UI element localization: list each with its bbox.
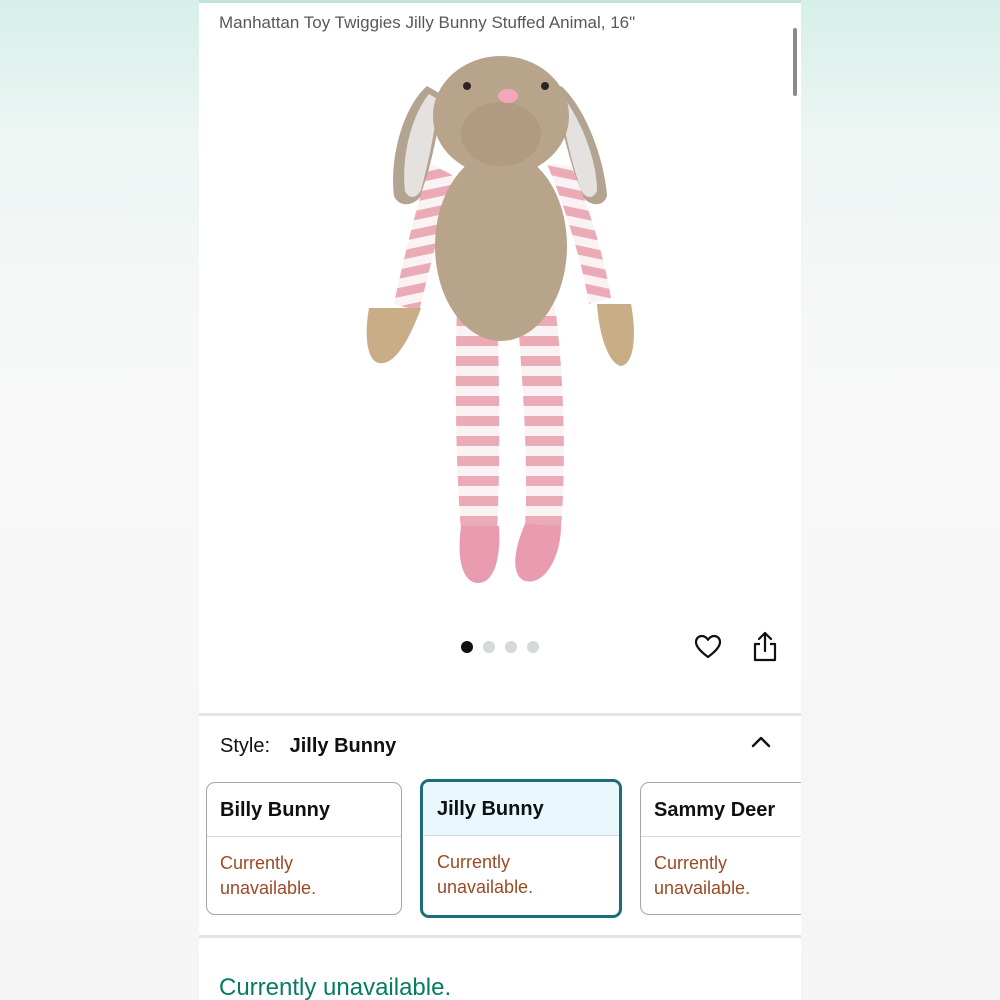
product-page: Manhattan Toy Twiggies Jilly Bunny Stuff… xyxy=(199,0,801,1000)
product-title[interactable]: Manhattan Toy Twiggies Jilly Bunny Stuff… xyxy=(219,13,635,33)
carousel-dot-2[interactable] xyxy=(483,641,495,653)
status-line-1: Currently xyxy=(437,852,511,872)
background-left xyxy=(0,0,199,1000)
chevron-up-icon[interactable] xyxy=(750,732,772,750)
section-divider xyxy=(199,935,801,938)
status-line-1: Currently xyxy=(220,853,294,873)
style-label: Style: xyxy=(220,735,271,757)
style-option-status: Currently unavailable. xyxy=(641,837,801,901)
style-option-name: Jilly Bunny xyxy=(423,782,619,836)
style-selected-value: Jilly Bunny xyxy=(289,735,397,757)
carousel-dot-1[interactable] xyxy=(461,641,473,653)
style-option-name: Billy Bunny xyxy=(207,783,401,837)
style-option-name: Sammy Deer xyxy=(641,783,801,837)
background-right xyxy=(801,0,1000,1000)
style-option-status: Currently unavailable. xyxy=(207,837,401,901)
status-line-2: unavailable. xyxy=(220,878,317,898)
heart-icon[interactable] xyxy=(694,633,722,661)
availability-status: Currently unavailable. xyxy=(219,974,452,1000)
section-divider xyxy=(199,713,801,716)
status-line-2: unavailable. xyxy=(654,878,751,898)
style-selector-header[interactable]: Style: Jilly Bunny xyxy=(220,735,396,758)
carousel-dot-4[interactable] xyxy=(527,641,539,653)
image-carousel-dots xyxy=(461,641,539,653)
share-icon[interactable] xyxy=(752,631,778,663)
style-option-sammy-deer[interactable]: Sammy Deer Currently unavailable. xyxy=(640,782,801,915)
style-option-billy-bunny[interactable]: Billy Bunny Currently unavailable. xyxy=(206,782,402,915)
stuffed-bunny-image xyxy=(366,56,634,584)
carousel-dot-3[interactable] xyxy=(505,641,517,653)
style-option-status: Currently unavailable. xyxy=(423,836,619,900)
status-line-2: unavailable. xyxy=(437,877,534,897)
status-line-1: Currently xyxy=(654,853,728,873)
top-accent-bar xyxy=(199,0,801,3)
style-option-jilly-bunny[interactable]: Jilly Bunny Currently unavailable. xyxy=(420,779,622,918)
product-image[interactable] xyxy=(199,36,801,636)
